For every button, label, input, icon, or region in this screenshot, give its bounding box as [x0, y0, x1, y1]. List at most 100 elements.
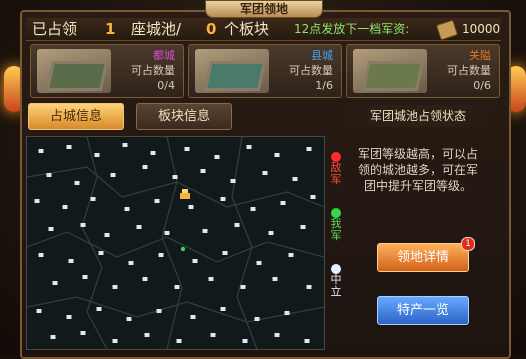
neutral-city-marker[interactable]	[48, 227, 54, 231]
neutral-city-marker[interactable]	[36, 309, 42, 313]
neutral-city-marker[interactable]	[220, 197, 226, 201]
neutral-city-marker[interactable]	[142, 165, 148, 169]
neutral-city-marker[interactable]	[284, 311, 290, 315]
neutral-city-marker[interactable]	[136, 225, 142, 229]
neutral-city-marker[interactable]	[46, 173, 52, 177]
neutral-city-marker[interactable]	[112, 339, 118, 343]
neutral-city-marker[interactable]	[90, 197, 96, 201]
city-card-count: 0/4	[157, 79, 175, 92]
neutral-city-marker[interactable]	[288, 253, 294, 257]
neutral-city-marker[interactable]	[256, 261, 262, 265]
ally-city-marker[interactable]	[180, 246, 186, 252]
notification-badge: 1	[461, 237, 475, 251]
neutral-city-marker[interactable]	[66, 315, 72, 319]
neutral-city-marker[interactable]	[192, 259, 198, 263]
city-card-county[interactable]: 县城 可占数量 1/6	[188, 44, 342, 98]
neutral-city-marker[interactable]	[300, 225, 306, 229]
neutral-city-marker[interactable]	[154, 199, 160, 203]
neutral-city-marker[interactable]	[172, 175, 178, 179]
county-city-image	[195, 49, 269, 93]
neutral-city-marker[interactable]	[280, 201, 286, 205]
neutral-city-marker[interactable]	[156, 309, 162, 313]
neutral-city-marker[interactable]	[174, 285, 180, 289]
tab-city-info[interactable]: 占城信息	[28, 103, 124, 130]
legend-ally-label: 我军	[330, 217, 342, 242]
neutral-city-marker[interactable]	[208, 277, 214, 281]
neutral-city-marker[interactable]	[306, 285, 312, 289]
neutral-city-marker[interactable]	[292, 177, 298, 181]
neutral-city-marker[interactable]	[124, 207, 130, 211]
neutral-city-marker[interactable]	[150, 151, 156, 155]
neutral-city-marker[interactable]	[142, 277, 148, 281]
neutral-city-marker[interactable]	[50, 335, 56, 339]
specialty-list-button[interactable]: 特产一览	[377, 296, 469, 325]
neutral-city-marker[interactable]	[190, 315, 196, 319]
neutral-city-marker[interactable]	[200, 169, 206, 173]
neutral-city-marker[interactable]	[126, 317, 132, 321]
city-card-pass[interactable]: 关隘 可占数量 0/6	[346, 44, 500, 98]
neutral-city-marker[interactable]	[128, 261, 134, 265]
territory-details-button[interactable]: 领地详情	[377, 243, 469, 272]
region-border	[27, 231, 324, 263]
neutral-city-marker[interactable]	[304, 339, 310, 343]
city-card-label: 可占数量	[447, 64, 491, 77]
capital-city-image	[37, 49, 111, 93]
neutral-city-marker[interactable]	[38, 253, 44, 257]
owned-city-roof	[182, 189, 188, 193]
neutral-city-marker[interactable]	[242, 339, 248, 343]
neutral-city-marker[interactable]	[158, 253, 164, 257]
neutral-city-marker[interactable]	[210, 333, 216, 337]
territory-map[interactable]	[26, 136, 325, 350]
neutral-city-marker[interactable]	[184, 147, 190, 151]
neutral-city-marker[interactable]	[176, 339, 182, 343]
neutral-city-marker[interactable]	[214, 155, 220, 159]
neutral-city-marker[interactable]	[112, 285, 118, 289]
neutral-city-marker[interactable]	[222, 251, 228, 255]
neutral-city-marker[interactable]	[52, 281, 58, 285]
neutral-city-marker[interactable]	[144, 333, 150, 337]
neutral-city-marker[interactable]	[82, 275, 88, 279]
supply-bundle-icon	[435, 19, 459, 41]
owned-city-marker[interactable]	[180, 193, 190, 199]
neutral-city-marker[interactable]	[268, 231, 274, 235]
neutral-city-marker[interactable]	[34, 199, 40, 203]
neutral-city-marker[interactable]	[68, 259, 74, 263]
neutral-city-marker[interactable]	[202, 229, 208, 233]
neutral-city-marker[interactable]	[274, 153, 280, 157]
neutral-city-marker[interactable]	[38, 149, 44, 153]
neutral-city-marker[interactable]	[164, 231, 170, 235]
neutral-city-marker[interactable]	[80, 331, 86, 335]
neutral-city-marker[interactable]	[94, 153, 100, 157]
neutral-city-marker[interactable]	[274, 333, 280, 337]
neutral-city-marker[interactable]	[110, 173, 116, 177]
neutral-city-marker[interactable]	[310, 195, 316, 199]
neutral-city-marker[interactable]	[98, 251, 104, 255]
neutral-city-marker[interactable]	[80, 223, 86, 227]
region-border	[81, 137, 108, 349]
neutral-city-marker[interactable]	[62, 205, 68, 209]
resource-value: 10000	[462, 22, 501, 36]
neutral-city-marker[interactable]	[246, 145, 252, 149]
tab-block-info[interactable]: 板块信息	[136, 103, 232, 130]
neutral-city-marker[interactable]	[230, 179, 236, 183]
summary-prefix: 已占领	[32, 20, 78, 38]
neutral-city-marker[interactable]	[96, 307, 102, 311]
neutral-city-marker[interactable]	[66, 145, 72, 149]
neutral-city-marker[interactable]	[104, 233, 110, 237]
neutral-city-marker[interactable]	[272, 277, 278, 281]
neutral-city-marker[interactable]	[220, 307, 226, 311]
legend-neutral-label: 中立	[330, 273, 342, 298]
resource-text: 12点发放下一档军资:	[294, 22, 410, 36]
neutral-city-marker[interactable]	[250, 207, 256, 211]
city-card-capital[interactable]: 都城 可占数量 0/4	[30, 44, 184, 98]
legion-level-description: 军团等级越高，可以占领的城池越多，可在军团中提升军团等级。	[357, 147, 478, 193]
neutral-city-marker[interactable]	[188, 205, 194, 209]
neutral-city-marker[interactable]	[306, 147, 312, 151]
neutral-city-marker[interactable]	[234, 223, 240, 227]
neutral-city-marker[interactable]	[262, 171, 268, 175]
window-title: 军团领地	[205, 0, 323, 18]
neutral-city-marker[interactable]	[74, 181, 80, 185]
neutral-city-marker[interactable]	[254, 317, 260, 321]
neutral-city-marker[interactable]	[122, 143, 128, 147]
neutral-city-marker[interactable]	[240, 285, 246, 289]
